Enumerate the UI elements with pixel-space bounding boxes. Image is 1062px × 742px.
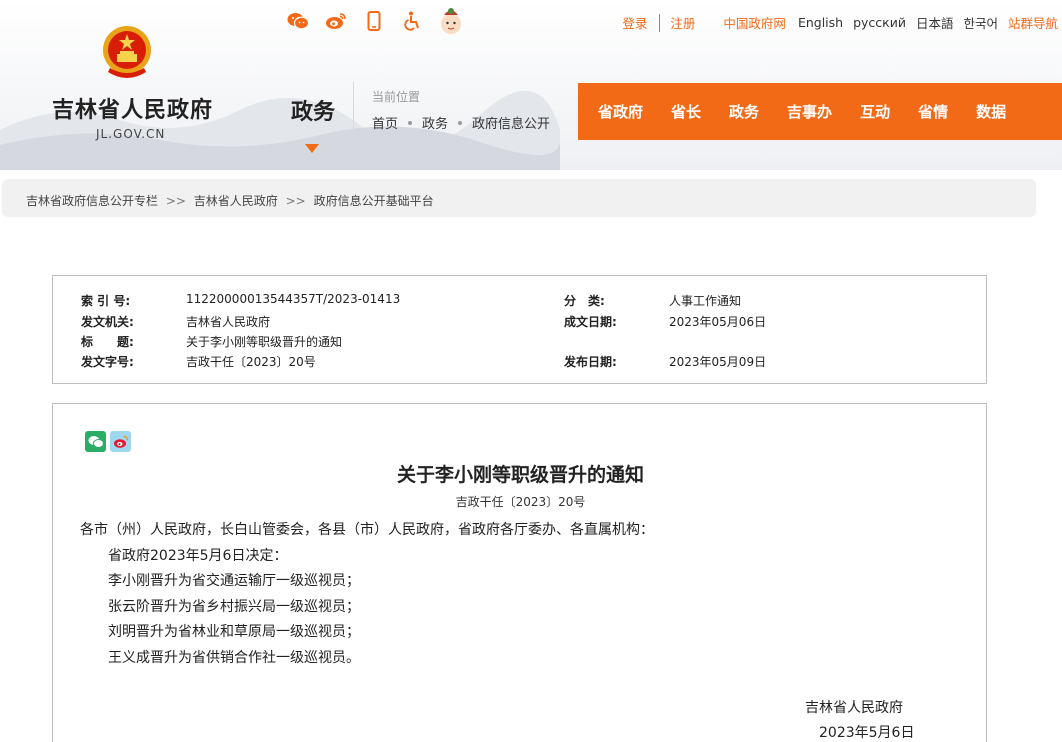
login-link[interactable]: 登录 (622, 13, 647, 32)
site-groups-link[interactable]: 站群导航 (1008, 13, 1058, 32)
japanese-link[interactable]: 日本語 (916, 13, 954, 32)
body-line: 李小刚晋升为省交通运输厅一级巡视员； (108, 573, 360, 589)
position-crumb-home[interactable]: 首页 (372, 113, 398, 132)
site-domain: JL.GOV.CN (96, 127, 166, 141)
national-emblem-icon[interactable] (100, 24, 154, 84)
document-title: 关于李小刚等职级晋升的通知 (396, 464, 644, 486)
meta-value: 吉政干任〔2023〕20号 (186, 355, 316, 369)
body-line: 张云阶晋升为省乡村振兴局一级巡视员； (108, 599, 360, 615)
position-crumb-disclosure[interactable]: 政府信息公开 (472, 113, 550, 132)
nav-item-affairs[interactable]: 政务 (729, 101, 759, 122)
dot-separator-icon (458, 120, 463, 125)
weibo-icon[interactable] (324, 9, 348, 33)
share-bar (85, 431, 131, 452)
gov-net-link[interactable]: 中国政府网 (723, 13, 786, 32)
meta-value: 吉林省人民政府 (186, 315, 271, 329)
site-header: 吉林省人民政府 JL.GOV.CN 政务 当前位置 首页 政务 政府信息公开 登… (0, 0, 1062, 170)
top-links: 登录 注册 中国政府网 English русский 日本語 한국어 站群导航 (612, 13, 1058, 32)
site-name[interactable]: 吉林省人民政府 (52, 92, 213, 124)
breadcrumb-item-gov[interactable]: 吉林省人民政府 (194, 194, 278, 208)
section-title: 政务 (291, 100, 336, 125)
dot-separator-icon (408, 120, 413, 125)
position-crumb-affairs[interactable]: 政务 (422, 113, 448, 132)
breadcrumb-separator: >> (285, 194, 306, 208)
korean-link[interactable]: 한국어 (963, 13, 998, 32)
body-line-addressee: 各市（州）人民政府，长白山管委会，各县（市）人民政府，省政府各厅委办、各直属机构… (80, 522, 654, 538)
breadcrumb: 吉林省政府信息公开专栏 >> 吉林省人民政府 >> 政府信息公开基础平台 (2, 179, 1036, 217)
main-nav: 省政府 省长 政务 吉事办 互动 省情 数据 (578, 83, 1062, 140)
document-signer: 吉林省人民政府 (805, 700, 903, 716)
body-line: 刘明晋升为省林业和草原局一级巡视员； (108, 624, 360, 640)
mascot-icon[interactable] (438, 6, 464, 36)
meta-value: 关于李小刚等职级晋升的通知 (186, 335, 343, 349)
breadcrumb-separator: >> (165, 194, 186, 208)
document-content: 关于李小刚等职级晋升的通知 吉政干任〔2023〕20号 各市（州）人民政府，长白… (52, 403, 987, 742)
meta-value: 2023年05月06日 (669, 315, 767, 329)
link-divider (659, 13, 661, 32)
mobile-icon[interactable] (362, 9, 386, 33)
meta-value: 人事工作通知 (669, 294, 742, 308)
meta-label: 发布日期: (564, 355, 617, 369)
nav-item-province-info[interactable]: 省情 (918, 101, 948, 122)
register-link[interactable]: 注册 (670, 13, 695, 32)
header-divider (353, 82, 354, 138)
meta-value: 2023年05月09日 (669, 355, 767, 369)
position-breadcrumb: 首页 政务 政府信息公开 (372, 113, 550, 132)
nav-item-province-gov[interactable]: 省政府 (598, 101, 643, 122)
meta-label: 分 类: (564, 294, 605, 308)
russian-link[interactable]: русский (853, 15, 906, 30)
body-line: 省政府2023年5月6日决定： (108, 548, 288, 564)
meta-label: 索 引 号: (81, 294, 131, 308)
body-line: 王义成晋升为省供销合作社一级巡视员。 (108, 650, 360, 666)
top-icon-bar (286, 6, 464, 36)
document-sign-date: 2023年5月6日 (819, 725, 915, 741)
nav-item-interaction[interactable]: 互动 (860, 101, 890, 122)
meta-value: 11220000013544357T/2023-01413 (186, 292, 401, 306)
meta-label: 标 题: (81, 335, 134, 349)
current-position-label: 当前位置 (372, 90, 421, 104)
accessibility-icon[interactable] (400, 9, 424, 33)
document-number: 吉政干任〔2023〕20号 (455, 495, 586, 509)
wechat-share-icon[interactable] (85, 431, 106, 452)
meta-label: 发文机关: (81, 315, 134, 329)
nav-item-governor[interactable]: 省长 (671, 101, 701, 122)
nav-item-data[interactable]: 数据 (976, 101, 1006, 122)
document-meta-table: 索 引 号: 11220000013544357T/2023-01413 分 类… (52, 275, 987, 384)
section-arrow-icon (305, 144, 319, 153)
breadcrumb-item-column[interactable]: 吉林省政府信息公开专栏 (26, 194, 158, 208)
meta-label: 发文字号: (81, 355, 134, 369)
weixin-icon[interactable] (286, 9, 310, 33)
weibo-share-icon[interactable] (110, 431, 131, 452)
breadcrumb-item-platform[interactable]: 政府信息公开基础平台 (314, 194, 434, 208)
meta-label: 成文日期: (564, 315, 617, 329)
english-link[interactable]: English (798, 15, 843, 30)
nav-item-jishiban[interactable]: 吉事办 (787, 101, 832, 122)
